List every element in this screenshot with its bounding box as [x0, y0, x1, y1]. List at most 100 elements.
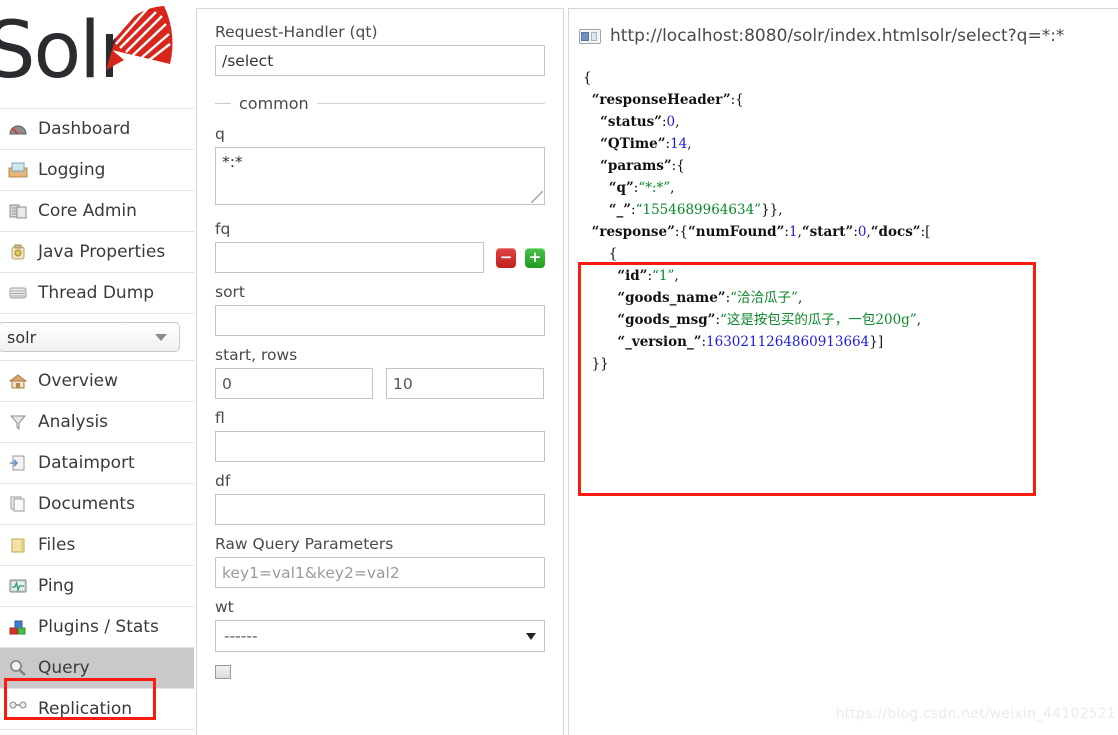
core-selector[interactable]: solr: [0, 322, 180, 352]
solr-admin-window: Solr Dashboard Logging Core Admin Java P…: [0, 0, 1118, 735]
sidebar-item-analysis[interactable]: Analysis: [0, 402, 194, 443]
json-line: “_”:“1554689964634”}},: [583, 199, 1118, 221]
start-input[interactable]: 0: [215, 368, 373, 399]
sidebar-item-core-admin[interactable]: Core Admin: [0, 191, 194, 232]
json-token-num: 1: [788, 224, 798, 240]
fq-add-button[interactable]: +: [525, 247, 545, 268]
json-token-k: “q”: [608, 180, 634, 196]
json-token-k: “docs”: [870, 224, 921, 240]
fq-remove-button[interactable]: −: [496, 247, 517, 268]
watermark: https://blog.csdn.net/weixin_44102521: [835, 706, 1116, 722]
sidebar-item-label: Overview: [38, 371, 119, 391]
q-label: q: [215, 125, 225, 143]
sidebar-item-label: Analysis: [38, 412, 109, 432]
json-token-p: [583, 136, 600, 152]
wt-select[interactable]: ------: [215, 620, 545, 652]
analysis-funnel-icon: [8, 414, 36, 430]
json-token-p: }]: [869, 334, 884, 350]
json-line: “status”:0,: [583, 111, 1118, 133]
json-token-p: [583, 224, 592, 240]
sidebar-item-label: Java Properties: [38, 242, 166, 262]
legend-rule: [316, 103, 545, 104]
sidebar-item-ping[interactable]: Ping: [0, 566, 194, 607]
df-label: df: [215, 472, 231, 490]
raw-query-parameters-input[interactable]: key1=val1&key2=val2: [215, 557, 545, 588]
q-textarea[interactable]: *:*: [215, 147, 545, 205]
sidebar-item-dashboard[interactable]: Dashboard: [0, 109, 194, 150]
start-rows-label: start, rows: [215, 346, 298, 364]
core-selector-value: solr: [7, 327, 37, 347]
json-token-p: [583, 158, 600, 174]
logging-icon: [8, 162, 36, 178]
fq-label: fq: [215, 220, 231, 238]
json-token-p: [583, 180, 609, 196]
sidebar-item-label: Thread Dump: [38, 283, 155, 303]
sidebar-item-label: Documents: [38, 494, 135, 514]
fq-input[interactable]: [215, 242, 485, 273]
fl-input[interactable]: [215, 431, 545, 462]
json-token-k: “_version_”: [617, 334, 702, 350]
sidebar-item-label: Query: [38, 658, 90, 678]
result-panel: http://localhost:8080/solr/index.htmlsol…: [568, 8, 1118, 735]
json-token-k: “responseHeader”: [591, 92, 731, 108]
sidebar-item-query[interactable]: Query: [0, 648, 194, 689]
sidebar-item-label: Files: [38, 535, 76, 555]
json-token-str: “*:*”: [638, 180, 671, 196]
dashboard-icon: [8, 121, 36, 137]
json-token-k: “start”: [801, 224, 854, 240]
json-token-p: ,: [675, 114, 680, 130]
json-line: {: [583, 67, 1118, 89]
sidebar-item-dataimport[interactable]: Dataimport: [0, 443, 194, 484]
sidebar-item-replication[interactable]: Replication: [0, 689, 194, 730]
core-admin-icon: [8, 203, 36, 219]
json-token-k: “response”: [591, 224, 675, 240]
json-token-k: “numFound”: [688, 224, 785, 240]
chevron-down-icon: [155, 334, 167, 341]
json-line: “q”:“*:*”,: [583, 177, 1118, 199]
result-url-row: http://localhost:8080/solr/index.htmlsol…: [579, 21, 1118, 51]
json-token-str: “1”: [652, 268, 675, 284]
indent-checkbox[interactable]: [215, 665, 231, 679]
json-token-p: [583, 268, 617, 284]
sidebar-item-label: Core Admin: [38, 201, 137, 221]
json-token-k: “QTime”: [600, 136, 666, 152]
ping-monitor-icon: [8, 578, 36, 594]
json-token-k: “_”: [608, 202, 632, 218]
json-token-p: [583, 290, 617, 306]
json-token-p: [583, 334, 617, 350]
sort-input[interactable]: [215, 305, 545, 336]
sidebar-item-plugins-stats[interactable]: Plugins / Stats: [0, 607, 194, 648]
sidebar-item-logging[interactable]: Logging: [0, 150, 194, 191]
json-token-p: :{: [671, 158, 685, 174]
df-input[interactable]: [215, 494, 545, 525]
sidebar-global-nav: Dashboard Logging Core Admin Java Proper…: [0, 108, 194, 314]
sidebar-core-nav: Overview Analysis Dataimport Documents F…: [0, 361, 194, 730]
sidebar-item-java-properties[interactable]: Java Properties: [0, 232, 194, 273]
sidebar-item-overview[interactable]: Overview: [0, 361, 194, 402]
json-token-p: [583, 202, 609, 218]
url-icon-part: [591, 31, 597, 41]
sidebar-item-thread-dump[interactable]: Thread Dump: [0, 273, 194, 314]
dataimport-icon: [8, 455, 36, 471]
json-line: “id”:“1”,: [583, 265, 1118, 287]
fq-row: − +: [215, 242, 545, 273]
request-handler-input[interactable]: /select: [215, 45, 545, 76]
resize-grip-icon[interactable]: [531, 191, 543, 203]
json-line: “params”:{: [583, 155, 1118, 177]
json-line: “response”:{“numFound”:1,“start”:0,“docs…: [583, 221, 1118, 243]
sidebar-item-files[interactable]: Files: [0, 525, 194, 566]
sidebar-item-label: Dashboard: [38, 119, 131, 139]
result-url-link[interactable]: http://localhost:8080/solr/index.htmlsol…: [610, 26, 1064, 46]
rows-input[interactable]: 10: [386, 368, 544, 399]
json-token-k: “goods_msg”: [617, 312, 716, 328]
solr-sunburst-logo-icon: [106, 6, 173, 70]
json-token-p: {: [583, 70, 592, 86]
brand-logo[interactable]: Solr: [0, 0, 194, 108]
wt-label: wt: [215, 598, 234, 616]
sidebar-item-documents[interactable]: Documents: [0, 484, 194, 525]
